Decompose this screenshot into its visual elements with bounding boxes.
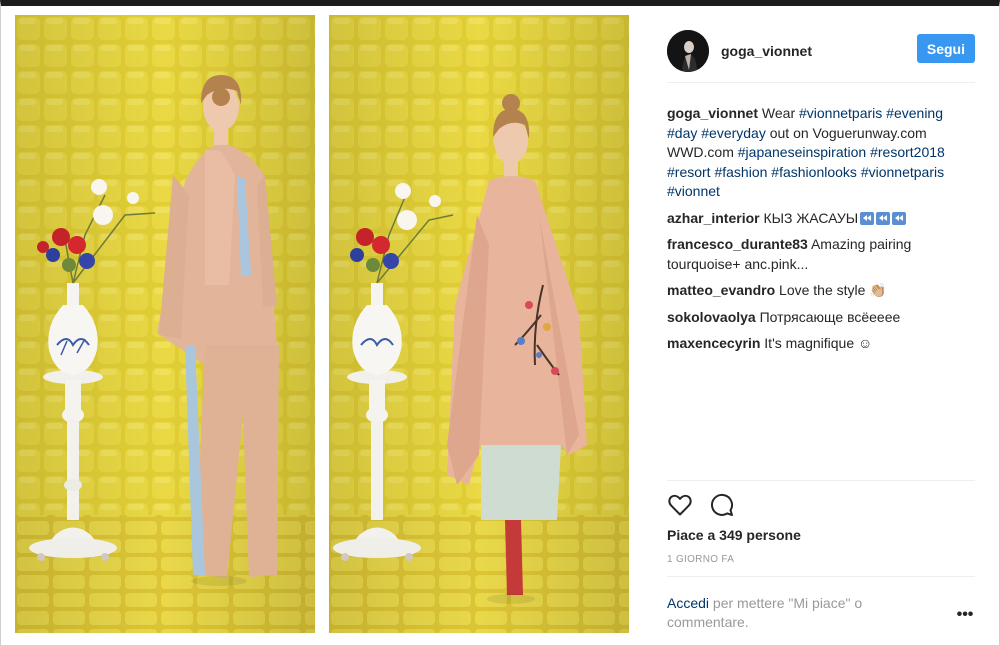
heart-icon[interactable] <box>667 492 693 518</box>
hashtag-link[interactable]: #fashionlooks <box>771 164 857 180</box>
post-caption: goga_vionnet Wear #vionnetparis #evening… <box>667 104 977 202</box>
comment-item: francesco_durante83 Amazing pairing tour… <box>667 235 977 274</box>
hashtag-link[interactable]: #resort2018 <box>870 144 945 160</box>
comment-item: maxencecyrin It's magnifique ☺ <box>667 334 977 354</box>
comment-username[interactable]: sokolovaolya <box>667 309 756 325</box>
avatar[interactable] <box>667 29 709 72</box>
divider <box>667 480 975 481</box>
divider <box>667 576 975 577</box>
comment-item: azhar_interior КЫЗ ЖАСАУЫ <box>667 209 977 229</box>
comment-text: КЫЗ ЖАСАУЫ <box>759 209 859 226</box>
comment-username[interactable]: matteo_evandro <box>667 282 775 298</box>
hashtag-link[interactable]: #fashion <box>714 164 767 180</box>
hashtag-link[interactable]: #vionnetparis <box>799 105 882 121</box>
hashtag-link[interactable]: #vionnet <box>667 183 720 199</box>
hashtag-link[interactable]: #vionnetparis <box>861 164 944 180</box>
post-window: goga_vionnet Segui goga_vionnet Wear #vi… <box>0 0 1000 645</box>
like-count[interactable]: Piace a 349 persone <box>667 527 801 543</box>
comment-item: sokolovaolya Потрясающе всёееее <box>667 308 977 328</box>
comment-username[interactable]: maxencecyrin <box>667 335 760 351</box>
rewind-emoji-icon <box>892 211 907 225</box>
comment-username[interactable]: azhar_interior <box>667 210 760 226</box>
caption-username[interactable]: goga_vionnet <box>667 105 758 121</box>
hashtag-link[interactable]: #resort <box>667 164 711 180</box>
rewind-emoji-icon <box>876 211 891 225</box>
hashtag-link[interactable]: #day <box>667 125 697 141</box>
comment-text: Love the style 👏🏼 <box>775 282 887 298</box>
caption-text: Wear <box>758 105 799 121</box>
follow-button[interactable]: Segui <box>916 34 975 63</box>
post-header: goga_vionnet Segui <box>667 19 975 83</box>
post-actions <box>667 492 735 518</box>
comment-username[interactable]: francesco_durante83 <box>667 236 808 252</box>
login-link[interactable]: Accedi <box>667 595 709 611</box>
login-prompt: Accedi per mettere "Mi piace" o commenta… <box>667 594 917 632</box>
comment-bubble-icon[interactable] <box>709 492 735 518</box>
hashtag-link[interactable]: #everyday <box>701 125 766 141</box>
comment-item: matteo_evandro Love the style 👏🏼 <box>667 281 977 301</box>
comments-list: goga_vionnet Wear #vionnetparis #evening… <box>667 104 977 474</box>
comment-text: Потрясающе всёееее <box>755 308 901 325</box>
rewind-emoji-icon <box>860 211 875 225</box>
more-options-icon[interactable]: ••• <box>955 607 975 626</box>
post-timestamp: 1 GIORNO FA <box>667 554 735 565</box>
hashtag-link[interactable]: #japaneseinspiration <box>738 144 866 160</box>
post-side-panel: goga_vionnet Segui goga_vionnet Wear #vi… <box>641 6 999 645</box>
photo-look-2 <box>329 15 629 633</box>
photo-look-1 <box>15 15 315 633</box>
post-image-area[interactable] <box>1 6 641 645</box>
hashtag-link[interactable]: #evening <box>886 105 943 121</box>
username[interactable]: goga_vionnet <box>721 43 812 59</box>
comment-text: It's magnifique ☺ <box>760 335 873 351</box>
